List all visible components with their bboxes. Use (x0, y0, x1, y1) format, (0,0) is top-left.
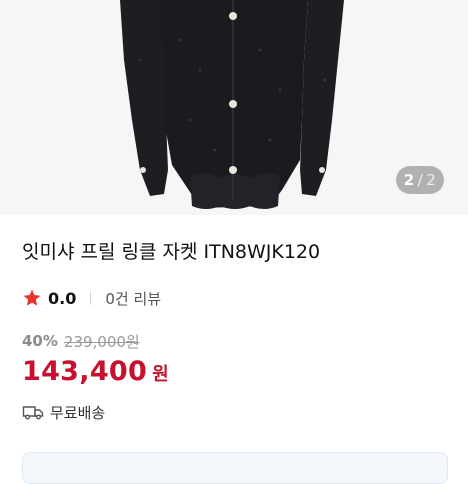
truck-icon (22, 406, 44, 420)
original-price: 239,000원 (63, 332, 140, 351)
page-separator: / (417, 171, 424, 189)
review-count-link[interactable]: 0건 리뷰 (105, 288, 161, 309)
total-pages: 2 (426, 171, 437, 189)
product-title: 잇미샤 프릴 링클 자켓 ITN8WJK120 (22, 241, 321, 263)
image-page-counter: 2 / 2 (396, 166, 444, 194)
discount-rate: 40% (22, 332, 58, 350)
product-image-gallery[interactable]: 2 / 2 (0, 0, 468, 215)
rating-value: 0.0 (48, 288, 77, 308)
current-page: 2 (403, 171, 415, 189)
price-row: 143,400 원 (22, 356, 169, 392)
star-icon (23, 289, 41, 306)
price-currency: 원 (152, 364, 169, 385)
shipping-row: 무료배송 (22, 401, 105, 423)
free-shipping-label: 무료배송 (50, 403, 106, 422)
sale-price: 143,400 (22, 356, 148, 387)
rating-divider (90, 291, 92, 305)
next-section-card[interactable] (22, 452, 448, 484)
discount-row: 40% 239,000원 (22, 330, 140, 352)
rating-row[interactable]: 0.0 0건 리뷰 (22, 286, 161, 310)
